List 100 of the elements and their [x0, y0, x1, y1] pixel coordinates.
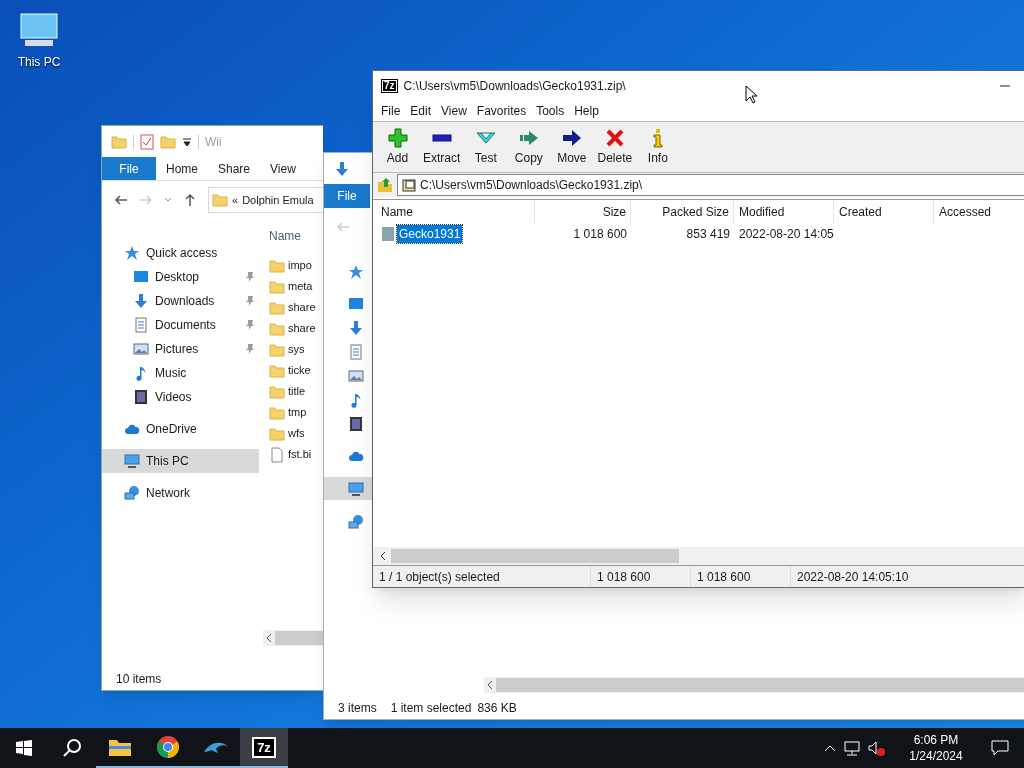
toolbar-button[interactable]: Extract	[419, 127, 465, 167]
pin-icon	[245, 271, 255, 283]
file-name[interactable]: fst.bi	[288, 446, 312, 463]
back-arrow-icon	[114, 193, 128, 207]
desktop-icon	[348, 295, 364, 312]
column-header[interactable]: Name	[269, 227, 323, 247]
toolbar-button[interactable]: Test	[464, 127, 508, 167]
file-name[interactable]: ticke	[288, 362, 311, 379]
nav-item[interactable]: Documents	[102, 313, 259, 337]
clock-date[interactable]: 1/24/2024	[909, 748, 963, 764]
add-icon	[387, 127, 408, 148]
breadcrumb[interactable]: Dolphin Emula	[242, 191, 314, 209]
folder-icon	[269, 278, 285, 295]
app-icon: 7z	[381, 79, 398, 93]
window-title: C:\Users\vm5\Downloads\Gecko1931.zip\	[403, 78, 626, 95]
status-text: 10 items	[116, 671, 162, 688]
nav-item[interactable]: Desktop	[102, 265, 259, 289]
nav-item[interactable]: Quick access	[102, 241, 259, 265]
column-header[interactable]: Modified	[734, 200, 834, 223]
nav-item[interactable]: Pictures	[102, 337, 259, 361]
nav-item[interactable]: OneDrive	[102, 417, 259, 441]
status-text: 836 KB	[477, 700, 517, 717]
file-icon	[381, 226, 395, 242]
ribbon-tab[interactable]: View	[260, 157, 306, 180]
nav-item[interactable]: Music	[102, 361, 259, 385]
scrollbar[interactable]	[263, 630, 323, 646]
desktop-icon-label[interactable]: This PC	[17, 53, 61, 71]
menu-item[interactable]: Tools	[531, 102, 570, 120]
table-cell-text: 2022-08-20 14:05	[738, 226, 834, 243]
download-icon	[334, 160, 350, 177]
ribbon-tab[interactable]: Share	[208, 157, 261, 180]
chevron-up-icon	[824, 744, 836, 752]
folder-icon	[269, 425, 285, 442]
column-header[interactable]: Packed Size	[631, 200, 734, 223]
table-cell-text: 1 018 600	[572, 226, 628, 243]
folder-icon	[269, 341, 285, 358]
nav-item[interactable]: Network	[102, 481, 259, 505]
menu-item[interactable]: View	[436, 102, 472, 120]
ribbon-tab[interactable]: File	[324, 184, 370, 208]
network-icon	[124, 485, 140, 501]
folder-icon	[269, 299, 285, 316]
delete-icon	[604, 127, 625, 148]
file-name[interactable]: share	[288, 299, 316, 316]
pin-icon	[245, 295, 255, 307]
ribbon-tab[interactable]: File	[102, 157, 156, 180]
ribbon-tab[interactable]: Home	[156, 157, 208, 180]
file-name[interactable]: meta	[288, 278, 313, 295]
file-name[interactable]: share	[288, 320, 316, 337]
status-text: 1 / 1 object(s) selected	[373, 566, 591, 587]
file-name[interactable]: impo	[288, 257, 312, 274]
archive-icon	[402, 178, 416, 192]
toolbar-button[interactable]: Move	[550, 127, 594, 167]
nav-item[interactable]: Videos	[102, 385, 259, 409]
network-icon	[348, 513, 364, 530]
menu-item[interactable]: Help	[569, 102, 604, 120]
menu-item[interactable]: Favorites	[471, 102, 532, 120]
folder-icon	[111, 133, 127, 150]
file-name[interactable]: sys	[288, 341, 305, 358]
film-icon	[133, 389, 149, 405]
move-icon	[561, 127, 582, 148]
toolbar-button[interactable]: Copy	[507, 127, 551, 167]
toolbar-button[interactable]: Add	[376, 127, 419, 167]
film-icon	[348, 415, 364, 432]
nav-item[interactable]: Downloads	[102, 289, 259, 313]
document-icon	[133, 317, 149, 333]
file-name[interactable]: tmp	[288, 404, 307, 421]
computer-icon	[124, 453, 140, 469]
toolbar-button[interactable]: Delete	[593, 127, 637, 167]
address-bar[interactable]: « Dolphin Emula	[208, 187, 323, 213]
table-cell-text: 853 419	[685, 226, 731, 243]
status-text: 3 items	[338, 700, 377, 717]
windows-logo-icon	[16, 740, 32, 756]
table-row[interactable]: Gecko1931 1 018 600 853 419 2022-08-20 14:05	[373, 224, 1024, 244]
file-name[interactable]: wfs	[288, 425, 305, 442]
nav-item[interactable]: This PC	[102, 449, 259, 473]
star-icon	[348, 263, 364, 280]
column-header[interactable]: Size	[535, 200, 631, 223]
star-icon	[124, 245, 140, 261]
breadcrumb-chevron[interactable]: «	[232, 191, 239, 209]
file-name[interactable]: title	[288, 383, 306, 400]
scrollbar-thumb[interactable]	[391, 549, 679, 563]
dropdown-icon	[182, 136, 192, 147]
scrollbar-thumb[interactable]	[275, 631, 323, 645]
folder-icon	[212, 192, 228, 208]
taskbar-app[interactable]: 7z	[240, 728, 288, 768]
clock-time[interactable]: 6:06 PM	[913, 732, 959, 748]
column-header[interactable]: Created	[834, 200, 934, 223]
up-arrow-icon	[183, 193, 197, 207]
folder-icon	[160, 133, 176, 150]
computer-icon	[348, 480, 364, 497]
menu-item[interactable]: Edit	[405, 102, 437, 120]
pin-icon	[245, 319, 255, 331]
column-header[interactable]: Accessed	[934, 200, 1024, 223]
path-field[interactable]: C:\Users\vm5\Downloads\Gecko1931.zip\	[397, 174, 1024, 196]
menu-item[interactable]: File	[376, 102, 406, 120]
folder-icon	[108, 737, 132, 757]
column-header[interactable]: Name	[373, 200, 535, 223]
forward-arrow-icon	[139, 193, 153, 207]
table-cell: Gecko1931	[397, 225, 463, 243]
toolbar-button[interactable]: Info	[636, 127, 680, 167]
